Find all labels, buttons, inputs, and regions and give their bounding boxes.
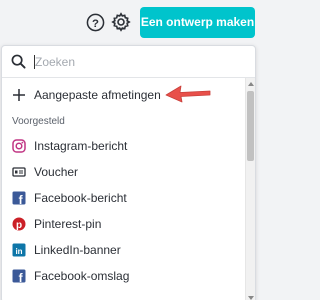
gear-icon[interactable] [111, 12, 131, 32]
list-item[interactable]: Instagram-bericht [2, 133, 247, 159]
plus-icon [13, 89, 25, 101]
create-design-button[interactable]: Een ontwerp maken [140, 7, 255, 38]
linkedin-icon: in [12, 243, 26, 257]
list-item-label: Pinterest-pin [34, 217, 102, 231]
facebook-icon: f [12, 191, 26, 205]
scrollbar[interactable] [245, 78, 255, 300]
question-circle-icon[interactable]: ? [86, 13, 105, 32]
scroll-thumb[interactable] [247, 91, 254, 161]
top-bar: ? Een ontwerp maken [0, 0, 257, 46]
svg-text:in: in [15, 247, 22, 256]
search-row [2, 46, 255, 78]
list-item[interactable]: f Facebook-bericht [2, 185, 247, 211]
section-label-suggested: Voorgesteld [12, 116, 65, 127]
search-icon [11, 54, 26, 69]
pinterest-icon: p [12, 217, 26, 231]
list-item[interactable]: in LinkedIn-banner [2, 237, 247, 263]
list-item-label: Voucher [34, 165, 79, 179]
search-input[interactable] [35, 52, 235, 72]
list-item-label: Facebook-omslag [34, 269, 130, 283]
list-item-label: Facebook-bericht [34, 191, 127, 205]
custom-size-label: Aangepaste afmetingen [34, 88, 161, 102]
voucher-icon [12, 167, 26, 177]
svg-text:p: p [16, 220, 22, 231]
list-item[interactable]: p Pinterest-pin [2, 211, 247, 237]
list-item-label: LinkedIn-banner [34, 243, 121, 257]
scroll-down-arrow-icon[interactable] [248, 296, 254, 300]
svg-text:?: ? [92, 18, 99, 30]
annotation-arrow-icon [165, 85, 211, 103]
list-item[interactable]: f Facebook-omslag [2, 263, 247, 289]
instagram-icon [12, 139, 26, 153]
facebook-icon: f [12, 269, 26, 283]
scroll-up-arrow-icon[interactable] [248, 82, 254, 86]
design-type-list: Aangepaste afmetingen Voorgesteld Instag… [2, 78, 247, 300]
list-item-label: Instagram-bericht [34, 139, 128, 153]
list-item[interactable]: Voucher [2, 159, 247, 185]
create-design-dropdown: Aangepaste afmetingen Voorgesteld Instag… [1, 45, 256, 300]
